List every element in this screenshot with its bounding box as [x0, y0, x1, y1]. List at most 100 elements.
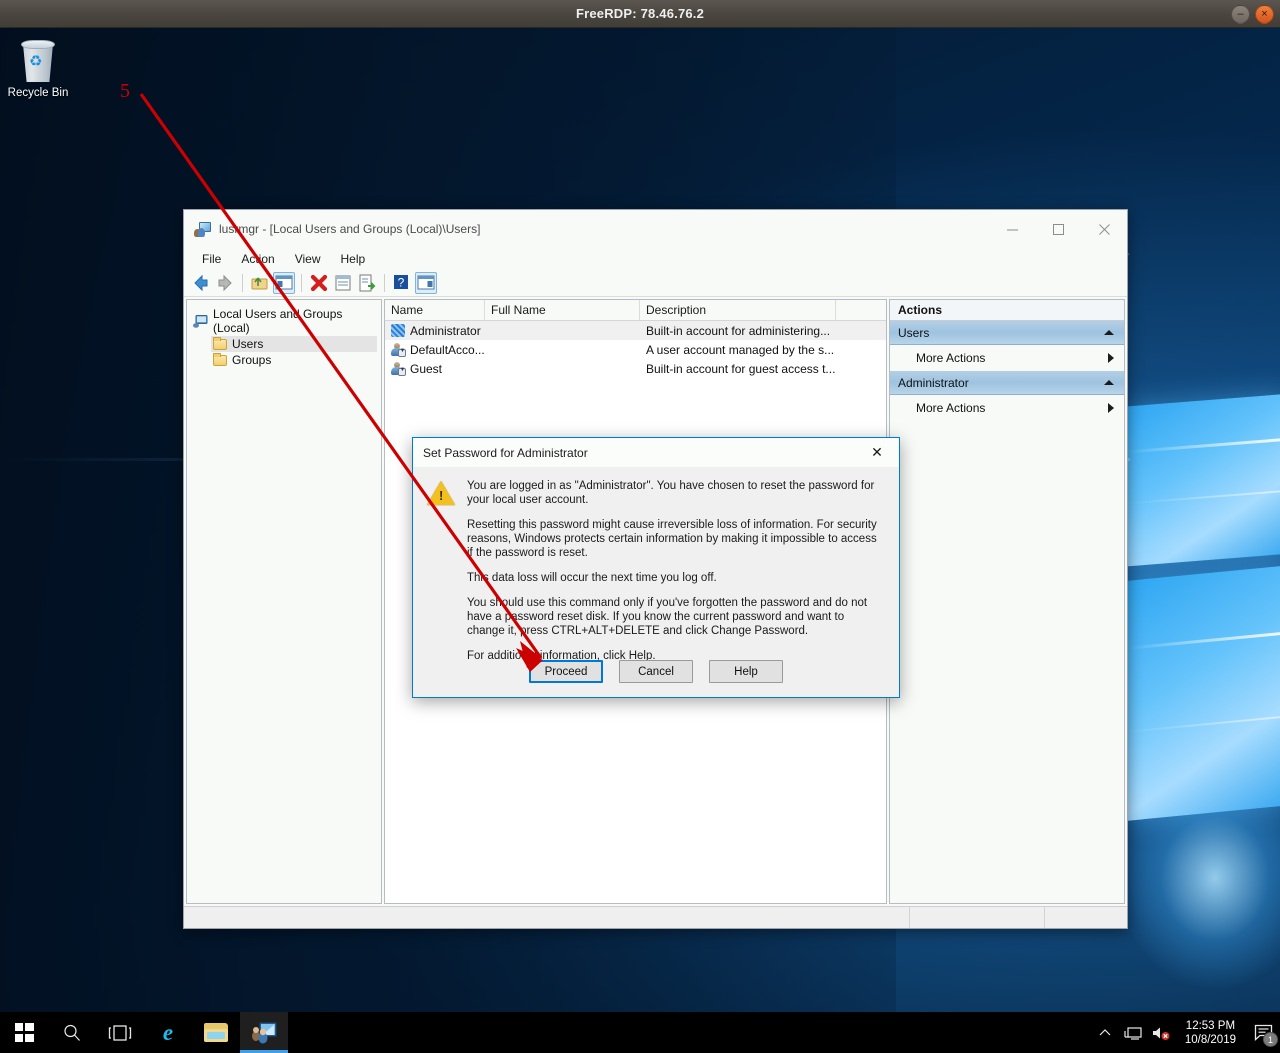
disabled-user-icon	[391, 362, 406, 376]
forward-icon[interactable]	[214, 272, 236, 294]
tree-item-groups[interactable]: Groups	[211, 352, 377, 368]
caret-up-icon[interactable]	[1104, 380, 1114, 385]
action-center-button[interactable]: 1	[1246, 1012, 1280, 1053]
lusrmgr-titlebar[interactable]: lusrmgr - [Local Users and Groups (Local…	[184, 210, 1127, 248]
lusrmgr-maximize-button[interactable]	[1035, 210, 1081, 248]
cell-name-text: Administrator	[410, 323, 481, 338]
proceed-button[interactable]: Proceed	[529, 660, 603, 683]
lusrmgr-menubar: File Action View Help	[184, 248, 1127, 270]
tree-item-users[interactable]: Users	[211, 336, 377, 352]
lusrmgr-minimize-button[interactable]	[989, 210, 1035, 248]
show-action-pane-icon[interactable]	[415, 272, 437, 294]
action-item-more-actions-users[interactable]: More Actions	[890, 345, 1124, 371]
clock-date: 10/8/2019	[1184, 1033, 1236, 1046]
network-tray-button[interactable]	[1119, 1012, 1147, 1053]
chevron-up-icon	[1099, 1028, 1111, 1035]
action-item-label: More Actions	[916, 401, 986, 415]
tree-item-local-users-and-groups[interactable]: Local Users and Groups (Local)	[191, 306, 377, 336]
local-users-and-groups-icon	[194, 221, 211, 237]
internet-explorer-icon: e	[162, 1020, 174, 1045]
tree-item-label: Groups	[232, 353, 272, 367]
taskbar-file-explorer-button[interactable]	[192, 1012, 240, 1053]
taskbar-task-view-button[interactable]	[96, 1012, 144, 1053]
annotation-number: 5	[120, 80, 130, 102]
taskbar-search-button[interactable]	[48, 1012, 96, 1053]
desktop-icon-recycle-bin[interactable]: ♻ Recycle Bin	[6, 38, 70, 99]
column-header-full-name[interactable]: Full Name	[485, 300, 640, 320]
dialog-message: You are logged in as "Administrator". Yo…	[467, 479, 885, 674]
dialog-paragraph-2: Resetting this password might cause irre…	[467, 519, 877, 559]
show-hidden-icons-button[interactable]	[1091, 1012, 1119, 1053]
cell-description: Built-in account for guest access t...	[646, 361, 836, 376]
dialog-body: ! You are logged in as "Administrator". …	[413, 467, 899, 674]
cell-name-text: DefaultAcco...	[410, 342, 485, 357]
system-tray: 12:53 PM 10/8/2019 1	[1091, 1012, 1280, 1053]
menu-item-file[interactable]: File	[192, 250, 231, 268]
table-row[interactable]: Administrator Built-in account for admin…	[385, 321, 886, 340]
start-button[interactable]	[0, 1012, 48, 1053]
wallpaper-pane-top	[1127, 393, 1280, 567]
actions-group-administrator[interactable]: Administrator	[890, 371, 1124, 395]
console-tree-pane[interactable]: Local Users and Groups (Local) Users Gro…	[186, 299, 382, 904]
wallpaper-pane-bottom	[1127, 565, 1280, 821]
freerdp-close-button[interactable]: ×	[1255, 5, 1274, 24]
notification-count-badge: 1	[1263, 1032, 1278, 1047]
menu-item-action[interactable]: Action	[231, 250, 284, 268]
computer-icon	[193, 314, 208, 328]
show-hide-tree-icon[interactable]	[273, 272, 295, 294]
taskbar-internet-explorer-button[interactable]: e	[144, 1012, 192, 1053]
up-folder-icon[interactable]	[249, 272, 271, 294]
export-list-icon[interactable]	[356, 272, 378, 294]
caret-right-icon	[1108, 403, 1114, 413]
properties-icon[interactable]	[332, 272, 354, 294]
taskbar-clock[interactable]: 12:53 PM 10/8/2019	[1175, 1019, 1246, 1047]
lusrmgr-taskbar-icon	[252, 1022, 277, 1043]
delete-icon[interactable]	[308, 272, 330, 294]
dialog-close-button[interactable]: ✕	[855, 438, 899, 467]
taskbar-lusrmgr-button[interactable]	[240, 1012, 288, 1053]
status-bar-right	[1045, 907, 1127, 928]
menu-item-view[interactable]: View	[285, 250, 331, 268]
dialog-title: Set Password for Administrator	[423, 445, 588, 460]
help-button[interactable]: Help	[709, 660, 783, 683]
menu-item-help[interactable]: Help	[331, 250, 376, 268]
network-icon	[1124, 1026, 1142, 1040]
freerdp-minimize-button[interactable]: –	[1231, 5, 1250, 24]
actions-group-users[interactable]: Users	[890, 321, 1124, 345]
windows-taskbar[interactable]: e 12:53 PM 10/8/2019 1	[0, 1012, 1280, 1053]
list-header-row: Name Full Name Description	[385, 300, 886, 321]
back-icon[interactable]	[190, 272, 212, 294]
cell-name: DefaultAcco...	[385, 343, 485, 357]
table-row[interactable]: DefaultAcco... A user account managed by…	[385, 340, 886, 359]
column-header-blank[interactable]	[836, 300, 886, 320]
cell-description: A user account managed by the s...	[646, 342, 835, 357]
freerdp-window-controls: – ×	[1231, 5, 1274, 24]
status-bar-middle	[910, 907, 1045, 928]
table-row[interactable]: Guest Built-in account for guest access …	[385, 359, 886, 378]
folder-icon	[213, 336, 227, 350]
column-header-description[interactable]: Description	[640, 300, 836, 320]
help-icon[interactable]: ?	[391, 272, 413, 294]
volume-tray-button[interactable]	[1147, 1012, 1175, 1053]
dialog-button-row: Proceed Cancel Help	[413, 660, 899, 683]
tree-item-label: Users	[232, 337, 264, 351]
cancel-button[interactable]: Cancel	[619, 660, 693, 683]
lusrmgr-toolbar: ?	[184, 270, 1127, 297]
freerdp-title: FreeRDP: 78.46.76.2	[575, 6, 705, 21]
caret-up-icon[interactable]	[1104, 330, 1114, 335]
svg-text:?: ?	[398, 276, 405, 290]
lusrmgr-close-button[interactable]	[1081, 210, 1127, 248]
toolbar-separator	[242, 274, 243, 292]
toolbar-separator	[301, 274, 302, 292]
dialog-paragraph-4: You should use this command only if you'…	[467, 597, 868, 637]
cell-name-text: Guest	[410, 361, 443, 376]
cell-description: Built-in account for administering...	[646, 323, 831, 338]
set-password-dialog[interactable]: Set Password for Administrator ✕ ! You a…	[412, 437, 900, 698]
column-header-name[interactable]: Name	[385, 300, 485, 320]
dialog-titlebar[interactable]: Set Password for Administrator ✕	[413, 438, 899, 467]
caret-right-icon	[1108, 353, 1114, 363]
volume-muted-icon	[1152, 1027, 1170, 1040]
dialog-paragraph-1: You are logged in as "Administrator". Yo…	[467, 480, 875, 506]
actions-pane[interactable]: Actions Users More Actions Administrator…	[889, 299, 1125, 904]
action-item-more-actions-administrator[interactable]: More Actions	[890, 395, 1124, 421]
